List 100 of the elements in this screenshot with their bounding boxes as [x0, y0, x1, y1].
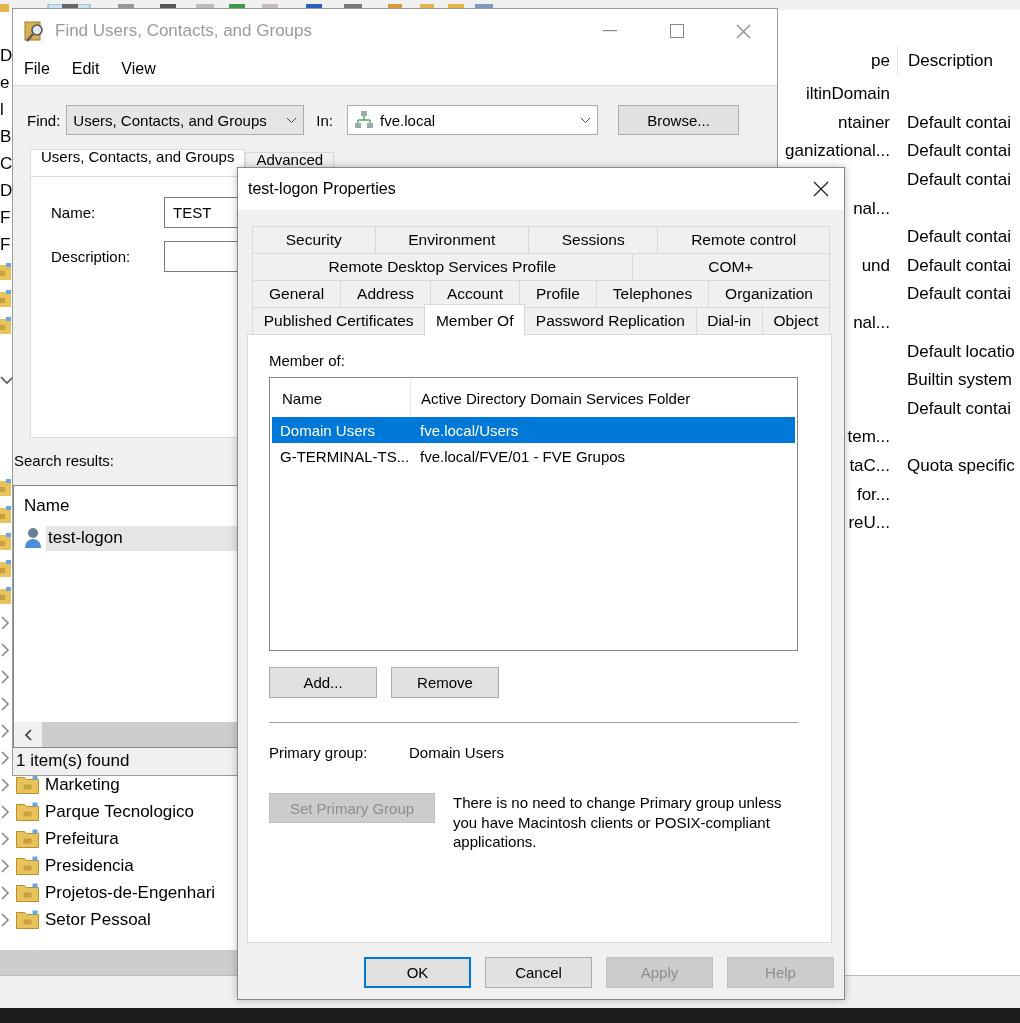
- list-row[interactable]: Domain Users fve.local/Users: [272, 417, 795, 443]
- close-icon: [813, 181, 829, 197]
- tree-item[interactable]: D: [0, 45, 13, 66]
- table-cell: und: [861, 255, 890, 275]
- chevron-right-icon[interactable]: [0, 669, 10, 684]
- folder-icon: [0, 479, 11, 496]
- table-cell: Default locatio: [907, 341, 1015, 362]
- chevron-right-icon[interactable]: [0, 750, 10, 765]
- dialog-button[interactable]: Cancel: [485, 957, 592, 988]
- folder-icon: [16, 910, 39, 929]
- folder-icon: [0, 560, 11, 577]
- table-cell: ntainer: [838, 112, 890, 132]
- remove-button[interactable]: Remove: [391, 667, 499, 698]
- table-cell: Default contai: [907, 398, 1011, 419]
- menu-item[interactable]: File: [13, 60, 61, 78]
- folder-icon: [16, 883, 39, 902]
- folder-icon: [0, 263, 11, 280]
- table-cell: Default contai: [907, 170, 1011, 191]
- chevron-right-icon[interactable]: [0, 723, 10, 738]
- tree-item[interactable]: Projetos-de-Engenhari: [45, 882, 216, 903]
- dialog-title: test-logon Properties: [248, 180, 396, 198]
- tab[interactable]: Member Of: [424, 304, 526, 336]
- tree-item[interactable]: Marketing: [45, 774, 120, 795]
- folder-icon: [0, 317, 11, 334]
- tab[interactable]: Security: [252, 226, 376, 254]
- scroll-left-button[interactable]: [14, 722, 42, 747]
- table-cell: Quota specific: [907, 456, 1015, 476]
- table-cell-text: Domain Users: [279, 421, 377, 439]
- folder-icon: [0, 533, 11, 550]
- column-header[interactable]: pe: [778, 51, 890, 71]
- column-header[interactable]: Active Directory Domain Services Folder: [411, 379, 691, 417]
- user-icon: [24, 527, 42, 549]
- table-cell-text: fve.local/Users: [419, 421, 519, 439]
- close-icon: [736, 23, 751, 39]
- scroll-left-icon: [24, 728, 32, 741]
- field-value: Domain Users: [409, 744, 505, 761]
- column-header[interactable]: Name: [24, 496, 70, 516]
- table-cell: taC...: [849, 456, 890, 475]
- browse-button[interactable]: Browse...: [618, 105, 740, 135]
- chevron-right-icon[interactable]: [0, 885, 10, 900]
- add-button[interactable]: Add...: [269, 667, 377, 698]
- chevron-right-icon[interactable]: [0, 912, 10, 927]
- folder-icon: [16, 829, 39, 848]
- chevron-right-icon[interactable]: [0, 858, 10, 873]
- folder-icon: [16, 802, 39, 821]
- table-cell: ganizational...: [785, 141, 890, 161]
- dialog-button[interactable]: OK: [364, 957, 471, 988]
- tree-item[interactable]: Setor Pessoal: [45, 909, 151, 930]
- table-cell: Default contai: [907, 112, 1011, 133]
- tree-item[interactable]: F: [0, 207, 11, 228]
- list-row[interactable]: G-TERMINAL-TS... fve.local/FVE/01 - FVE Grupos: [272, 443, 795, 469]
- table-cell: nal...: [853, 313, 890, 333]
- tree-item[interactable]: B: [0, 126, 12, 147]
- tree-item[interactable]: l: [0, 99, 4, 120]
- chevron-down-icon[interactable]: [0, 374, 14, 385]
- chevron-right-icon[interactable]: [0, 696, 10, 711]
- tree-item[interactable]: Prefeitura: [45, 828, 119, 849]
- chevron-right-icon[interactable]: [0, 831, 10, 846]
- table-cell: nal...: [853, 198, 890, 218]
- section-label: Member of:: [269, 352, 346, 369]
- table-cell-text: G-TERMINAL-TS...: [279, 447, 410, 465]
- field-label: In:: [316, 111, 334, 129]
- table-cell: tem...: [847, 427, 890, 447]
- scrollbar[interactable]: [0, 950, 240, 975]
- table-cell: Default contai: [907, 227, 1011, 248]
- tree-item[interactable]: Presidencia: [45, 855, 134, 876]
- maximize-icon: [669, 24, 684, 38]
- network-icon: [354, 110, 375, 130]
- chevron-right-icon[interactable]: [0, 777, 10, 792]
- window-title: Find Users, Contacts, and Groups: [55, 21, 312, 41]
- tree-item[interactable]: C: [0, 153, 13, 174]
- tree-item[interactable]: D: [0, 180, 13, 201]
- menu-item[interactable]: View: [110, 60, 167, 78]
- table-cell: Builtin system: [907, 370, 1012, 391]
- menu-item[interactable]: Edit: [60, 60, 111, 78]
- tree-item[interactable]: F: [0, 234, 11, 255]
- info-text: There is no need to change Primary group unless you have Macintosh clients or POSIX-compliant applications.: [453, 793, 783, 852]
- column-header[interactable]: Description: [897, 46, 994, 76]
- table-cell: reU...: [848, 513, 890, 533]
- tree-item[interactable]: Parque Tecnologico: [45, 801, 194, 822]
- folder-icon: [0, 506, 11, 523]
- chevron-right-icon[interactable]: [0, 804, 10, 819]
- table-cell: for...: [856, 484, 890, 504]
- tab[interactable]: Remote control: [657, 226, 831, 254]
- folder-icon: [0, 587, 11, 604]
- caret-icon: [580, 116, 592, 124]
- table-cell: iltinDomain: [805, 84, 890, 104]
- location-dropdown[interactable]: fve.local: [347, 105, 599, 135]
- find-dropdown[interactable]: Users, Contacts, and Groups: [66, 105, 305, 135]
- folder-icon: [16, 775, 39, 794]
- field-label: Find:: [27, 111, 61, 129]
- table-cell-text: fve.local/FVE/01 - FVE Grupos: [419, 447, 626, 465]
- status-text: 1 item(s) found: [15, 750, 130, 772]
- tree-item[interactable]: e: [0, 72, 10, 93]
- chevron-right-icon[interactable]: [0, 615, 10, 630]
- field-label: Primary group:: [269, 744, 369, 761]
- tab[interactable]: Users, Contacts, and Groups: [30, 149, 246, 176]
- minimize-icon: [602, 30, 617, 32]
- folder-icon: [16, 856, 39, 875]
- chevron-right-icon[interactable]: [0, 642, 10, 657]
